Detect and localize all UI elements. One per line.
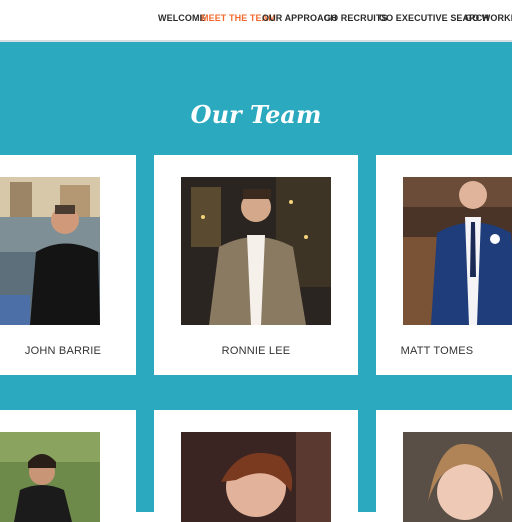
team-photo-john-barrie <box>0 177 100 325</box>
team-card[interactable]: JOHN BARRIE <box>0 155 136 375</box>
team-card[interactable] <box>376 410 512 522</box>
person-photo-icon <box>181 177 331 325</box>
team-photo-matt-tomes <box>403 177 512 325</box>
team-card[interactable]: MATT TOMES <box>376 155 512 375</box>
person-photo-icon <box>181 432 331 522</box>
team-card[interactable]: RONNIE LEE <box>154 155 358 375</box>
nav-go-workforce[interactable]: GO WORKFORC <box>465 13 512 23</box>
person-photo-icon <box>403 432 512 522</box>
person-photo-icon <box>403 177 512 325</box>
team-member-name: MATT TOMES <box>400 345 474 357</box>
nav-welcome[interactable]: WELCOME <box>158 13 206 23</box>
team-card[interactable] <box>154 410 358 522</box>
team-photo <box>0 432 100 522</box>
team-photo <box>403 432 512 522</box>
top-navigation: WELCOME MEET THE TEAM OUR APPROACH GO RE… <box>0 0 512 40</box>
team-card[interactable] <box>0 410 136 522</box>
team-photo-ronnie-lee <box>181 177 331 325</box>
team-photo <box>181 432 331 522</box>
person-photo-icon <box>0 432 100 522</box>
team-member-name: RONNIE LEE <box>221 345 291 357</box>
person-photo-icon <box>0 177 100 325</box>
section-title: Our Team <box>190 100 322 129</box>
team-member-name: JOHN BARRIE <box>24 345 102 357</box>
